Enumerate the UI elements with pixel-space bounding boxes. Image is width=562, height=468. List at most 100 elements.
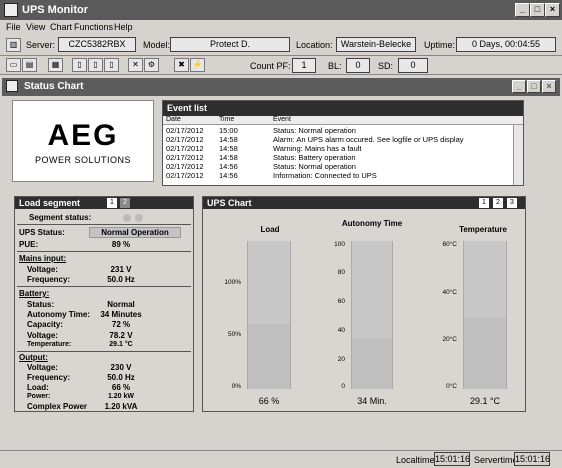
ups-tab-1[interactable]: 1: [479, 198, 489, 208]
autonomy-gauge-track: [351, 241, 393, 389]
event-list: Event list Date Time Event 02/17/2012 15:…: [162, 100, 524, 186]
divider: [17, 224, 191, 225]
col-date[interactable]: Date: [166, 116, 181, 123]
temperature-gauge-title: Temperature: [459, 225, 507, 234]
status-bar: Localtime: 15:01:16 Servertime: 15:01:16: [0, 450, 562, 468]
load-tick-0: 0%: [231, 383, 241, 390]
logo-brand: AEG: [47, 119, 119, 152]
temp-tick-60: 60°C: [442, 241, 457, 248]
autonomy-tick-80: 80: [337, 269, 345, 276]
temperature-gauge-value: 29.1 °C: [469, 396, 501, 406]
complex-power-label: Complex Power: [27, 402, 88, 411]
menu-help[interactable]: Help: [114, 22, 133, 32]
temperature-gauge-track: [463, 241, 507, 389]
output-load-label: Load:: [27, 383, 49, 392]
server-field: CZC5382RBX: [58, 37, 136, 52]
settings-icon[interactable]: ⚙: [144, 58, 159, 72]
divider: [17, 286, 191, 287]
output-power-value: 1.20 kW: [107, 393, 135, 400]
document-icon[interactable]: ▯: [72, 58, 87, 72]
autonomy-tick-20: 20: [337, 356, 345, 363]
mains-input-title: Mains input:: [19, 254, 67, 263]
event-list-scrollbar[interactable]: [513, 125, 523, 185]
status-chart-titlebar: Status Chart _ □ ×: [2, 78, 560, 96]
count-bl-label: BL:: [328, 61, 342, 71]
logo-subtitle: POWER SOLUTIONS: [34, 155, 131, 165]
ups-tab-3[interactable]: 3: [507, 198, 517, 208]
menu-chart[interactable]: Chart: [50, 22, 72, 32]
ups-chart-title: UPS Chart: [203, 197, 525, 209]
server-label: Server:: [26, 40, 56, 50]
load-gauge-title: Load: [260, 225, 280, 234]
capacity-label: Capacity:: [27, 320, 64, 329]
load-segment-title: Load segment: [15, 197, 193, 209]
location-label: Location:: [296, 40, 333, 50]
pue-label: PUE:: [19, 240, 39, 249]
info-bar: ▥ Server: CZC5382RBX Model: Protect D. L…: [0, 34, 562, 56]
autonomy-tick-0: 0: [341, 383, 345, 390]
load-gauge-track: [247, 241, 291, 389]
load-gauge-value: 66 %: [258, 396, 280, 406]
output-load-value: 66 %: [111, 383, 131, 392]
maximize-button[interactable]: □: [530, 3, 545, 17]
output-voltage-label: Voltage:: [27, 363, 58, 372]
count-pf-field: 1: [292, 58, 316, 73]
battery-title: Battery:: [19, 289, 50, 298]
close-button[interactable]: ×: [545, 3, 560, 17]
open-icon[interactable]: ▭: [6, 58, 21, 72]
battery-voltage-value: 78.2 V: [109, 331, 133, 340]
autonomy-gauge-fill: [352, 338, 392, 389]
battery-status-value: Normal: [107, 300, 135, 309]
autonomy-label: Autonomy Time:: [27, 310, 90, 319]
toolbar: ▭ ▤ ▦ ▯ ▯ ▯ ✕ ⚙ ✖ ⚡ Count PF: 1 BL: 0 SD…: [0, 56, 562, 75]
segment-led-2: [135, 214, 143, 222]
shutdown-icon[interactable]: ✖: [174, 58, 189, 72]
window-titlebar: UPS Monitor _ □ ×: [0, 0, 562, 20]
servertime-value: 15:01:16: [514, 452, 551, 466]
battery-temp-value: 29.1 °C: [109, 341, 133, 348]
output-power-label: Power:: [27, 393, 51, 400]
autonomy-tick-60: 60: [337, 298, 345, 305]
tools-icon[interactable]: ✕: [128, 58, 143, 72]
autonomy-tick-40: 40: [337, 327, 345, 334]
localtime-value: 15:01:16: [434, 452, 471, 466]
chart-window-icon: [6, 80, 18, 92]
printer-icon[interactable]: ▦: [48, 58, 63, 72]
temperature-gauge-fill: [464, 317, 506, 389]
chart-icon[interactable]: ▥: [6, 38, 21, 52]
autonomy-gauge-title: Autonomy Time: [341, 219, 403, 228]
event-list-title: Event list: [163, 101, 523, 116]
uptime-label: Uptime:: [424, 40, 456, 50]
status-chart-title: Status Chart: [24, 81, 84, 92]
mains-frequency-label: Frequency:: [27, 275, 71, 284]
uptime-field: 0 Days, 00:04:55: [456, 37, 556, 52]
mains-voltage-label: Voltage:: [27, 265, 58, 274]
mains-frequency-value: 50.0 Hz: [107, 275, 135, 284]
menu-bar: File View Chart Functions Help: [0, 20, 562, 34]
ups-tab-2[interactable]: 2: [493, 198, 503, 208]
col-time[interactable]: Time: [219, 116, 234, 123]
load-tick-100: 100%: [224, 279, 241, 286]
localtime-label: Localtime:: [396, 455, 438, 465]
folder-icon[interactable]: ▤: [22, 58, 37, 72]
plug-icon[interactable]: ⚡: [190, 58, 205, 72]
child-minimize-button[interactable]: _: [512, 80, 526, 93]
count-sd-field: 0: [398, 58, 428, 73]
load-tab-1[interactable]: 1: [107, 198, 117, 208]
menu-functions[interactable]: Functions: [74, 22, 113, 32]
child-close-button[interactable]: ×: [542, 80, 556, 93]
col-event[interactable]: Event: [273, 116, 291, 123]
clipboard-icon[interactable]: ▯: [104, 58, 119, 72]
output-frequency-value: 50.0 Hz: [107, 373, 135, 382]
battery-status-label: Status:: [27, 300, 55, 309]
autonomy-gauge-value: 34 Min.: [357, 396, 387, 406]
load-tab-2[interactable]: 2: [120, 198, 130, 208]
menu-file[interactable]: File: [6, 22, 21, 32]
segment-status-label: Segment status:: [29, 213, 92, 222]
menu-view[interactable]: View: [26, 22, 45, 32]
complex-power-value: 1.20 kVA: [104, 402, 138, 411]
log-icon[interactable]: ▯: [88, 58, 103, 72]
app-icon: [4, 3, 18, 17]
child-maximize-button[interactable]: □: [527, 80, 541, 93]
minimize-button[interactable]: _: [515, 3, 530, 17]
